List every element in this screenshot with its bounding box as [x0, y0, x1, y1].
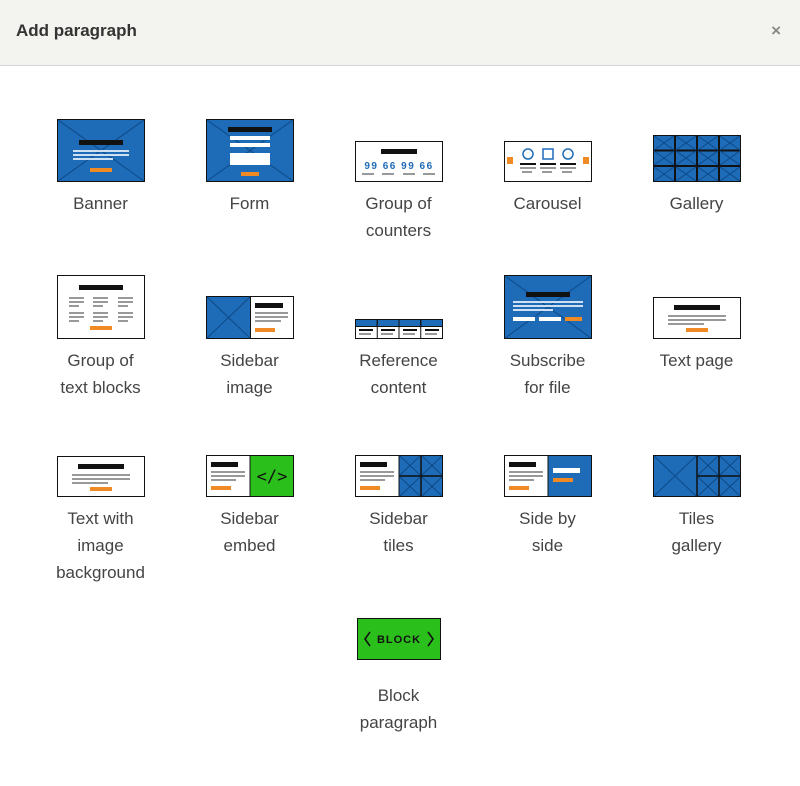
paragraph-type-grid: Banner Form 99 66 99 66 Group of counter…: [26, 100, 776, 736]
paragraph-sidebar-tiles[interactable]: Sidebar tiles: [324, 415, 473, 590]
paragraph-label: Block: [377, 686, 420, 705]
paragraph-label: for file: [524, 378, 571, 397]
reference-content-thumbnail-icon: [354, 319, 443, 339]
close-icon[interactable]: ×: [771, 22, 781, 39]
paragraph-block-paragraph[interactable]: BLOCK Block paragraph: [324, 590, 473, 736]
paragraph-label: text blocks: [60, 378, 141, 397]
paragraph-form[interactable]: Form: [175, 100, 324, 257]
paragraph-carousel[interactable]: Carousel: [473, 100, 622, 257]
paragraph-label: paragraph: [359, 713, 438, 732]
paragraph-label: Side by: [519, 509, 576, 528]
paragraph-label: Sidebar: [220, 351, 279, 370]
paragraph-text-with-image-background[interactable]: Text with image background: [26, 415, 175, 590]
paragraph-label: Text with: [67, 509, 134, 528]
paragraph-banner[interactable]: Banner: [26, 100, 175, 257]
paragraph-label: Gallery: [669, 194, 724, 213]
side-by-side-thumbnail-icon: [503, 455, 592, 497]
paragraph-gallery[interactable]: Gallery: [622, 100, 771, 257]
paragraph-label: gallery: [671, 536, 722, 555]
paragraph-label: Sidebar: [220, 509, 279, 528]
sidebar-tiles-thumbnail-icon: [354, 455, 443, 497]
paragraph-label: content: [370, 378, 427, 397]
paragraph-label: Group of: [365, 194, 432, 213]
paragraph-label: Sidebar: [369, 509, 428, 528]
tiles-gallery-thumbnail-icon: [652, 455, 741, 497]
paragraph-label: counters: [365, 221, 432, 240]
dialog-title: Add paragraph: [16, 21, 137, 40]
counters-text: 99 66 99 66: [364, 161, 433, 172]
paragraph-label: Banner: [73, 194, 128, 213]
paragraph-sidebar-image[interactable]: Sidebar image: [175, 257, 324, 415]
text-blocks-thumbnail-icon: [56, 275, 145, 339]
text-page-thumbnail-icon: [652, 297, 741, 339]
gallery-thumbnail-icon: [652, 135, 741, 182]
subscribe-thumbnail-icon: [503, 275, 592, 339]
form-thumbnail-icon: [205, 119, 294, 182]
sidebar-embed-thumbnail-icon: </>: [205, 455, 294, 497]
paragraph-text-page[interactable]: Text page: [622, 257, 771, 415]
paragraph-label: Reference: [359, 351, 438, 370]
paragraph-label: embed: [223, 536, 276, 555]
paragraph-label: Text page: [659, 351, 734, 370]
paragraph-label: background: [56, 563, 145, 582]
paragraph-label: Subscribe: [509, 351, 586, 370]
paragraph-sidebar-embed[interactable]: </> Sidebar embed: [175, 415, 324, 590]
paragraph-label: side: [531, 536, 564, 555]
paragraph-label: Group of: [67, 351, 134, 370]
paragraph-label: image: [226, 378, 273, 397]
paragraph-group-of-counters[interactable]: 99 66 99 66 Group of counters: [324, 100, 473, 257]
dialog-header: Add paragraph ×: [0, 0, 800, 66]
paragraph-subscribe-for-file[interactable]: Subscribe for file: [473, 257, 622, 415]
sidebar-image-thumbnail-icon: [205, 296, 294, 339]
add-paragraph-dialog: Add paragraph × Banner Form 99 66 99 66 …: [0, 0, 800, 786]
paragraph-reference-content[interactable]: Reference content: [324, 257, 473, 415]
block-text: BLOCK: [376, 634, 420, 646]
paragraph-label: tiles: [383, 536, 414, 555]
carousel-thumbnail-icon: [503, 141, 592, 182]
paragraph-side-by-side[interactable]: Side by side: [473, 415, 622, 590]
paragraph-tiles-gallery[interactable]: Tiles gallery: [622, 415, 771, 590]
paragraph-label: Tiles: [678, 509, 715, 528]
paragraph-label: image: [77, 536, 124, 555]
paragraph-group-of-text-blocks[interactable]: Group of text blocks: [26, 257, 175, 415]
text-image-background-thumbnail-icon: [56, 456, 145, 497]
block-thumbnail-icon: BLOCK: [356, 618, 441, 660]
paragraph-label: Form: [229, 194, 270, 213]
banner-thumbnail-icon: [56, 119, 145, 182]
counters-thumbnail-icon: 99 66 99 66: [354, 141, 443, 182]
paragraph-label: Carousel: [513, 194, 582, 213]
embed-code-icon: </>: [256, 467, 287, 487]
